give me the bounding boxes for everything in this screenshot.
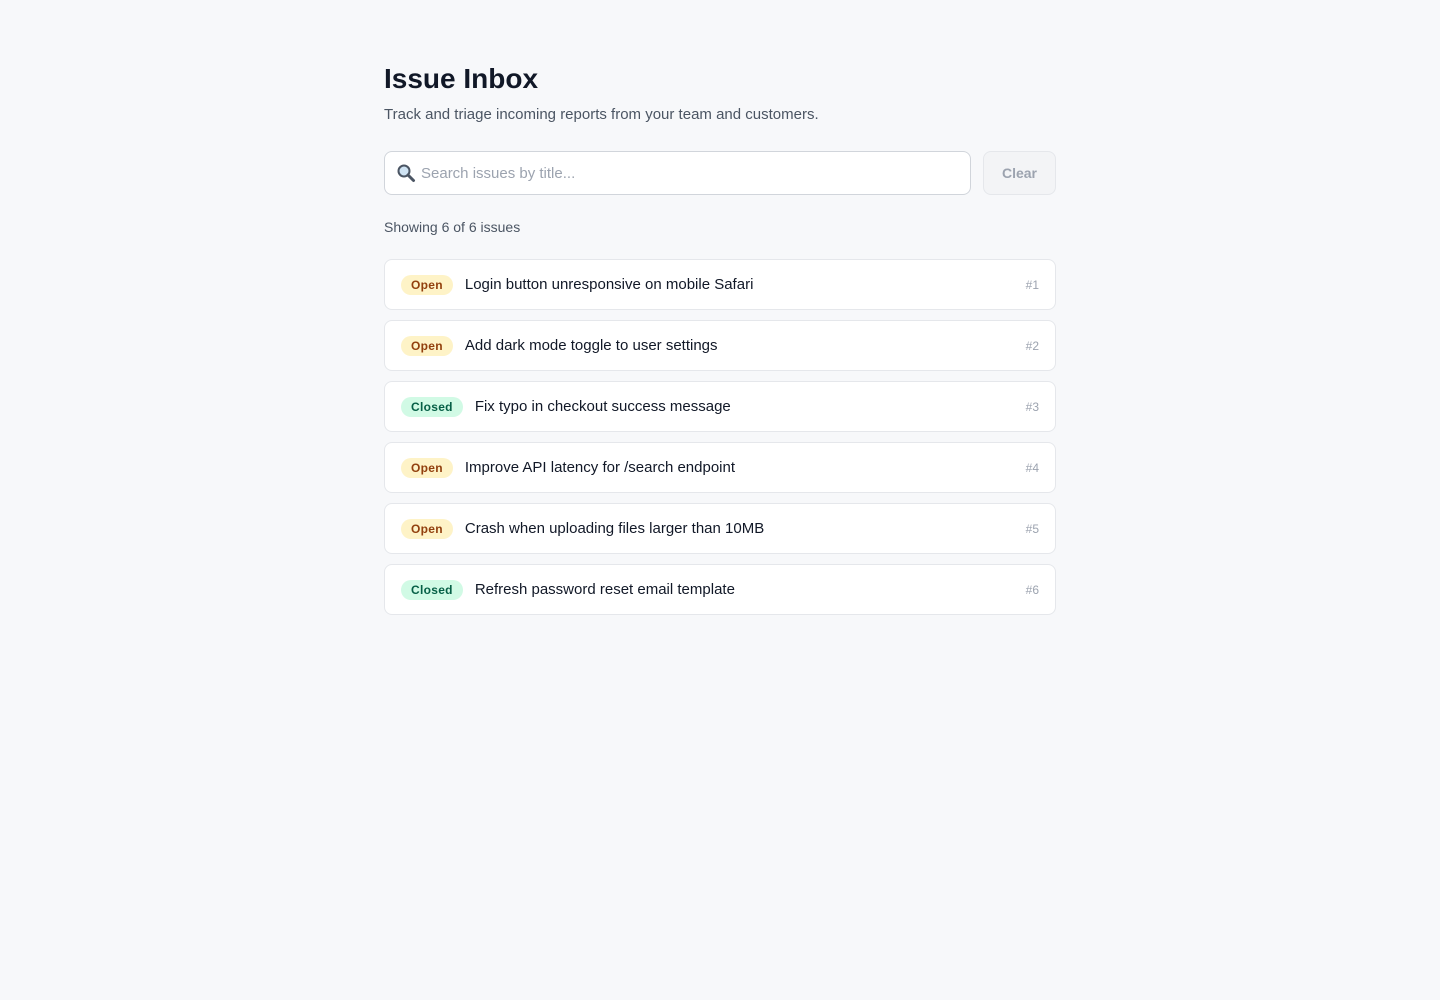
issue-number: #5	[1025, 521, 1039, 536]
status-badge: Open	[401, 457, 453, 478]
status-badge: Open	[401, 274, 453, 295]
search-icon	[396, 163, 416, 183]
issue-number: #2	[1025, 338, 1039, 353]
issue-title: Add dark mode toggle to user settings	[464, 337, 718, 354]
issue-row[interactable]: Open Add dark mode toggle to user settin…	[384, 320, 1056, 371]
clear-button[interactable]: Clear	[983, 151, 1056, 195]
issue-row[interactable]: Closed Refresh password reset email temp…	[384, 564, 1056, 615]
status-badge: Open	[401, 335, 453, 356]
issue-title: Crash when uploading files larger than 1…	[464, 520, 765, 537]
result-count: Showing 6 of 6 issues	[384, 219, 521, 235]
issue-number: #4	[1025, 460, 1039, 475]
issue-row[interactable]: Open Improve API latency for /search end…	[384, 442, 1056, 493]
issue-title: Improve API latency for /search endpoint	[464, 459, 736, 476]
issue-row[interactable]: Open Login button unresponsive on mobile…	[384, 259, 1056, 310]
issue-number: #6	[1025, 582, 1039, 597]
issue-list: Open Login button unresponsive on mobile…	[384, 259, 1056, 625]
issue-row[interactable]: Open Crash when uploading files larger t…	[384, 503, 1056, 554]
issue-title: Refresh password reset email template	[474, 581, 735, 598]
issue-number: #3	[1025, 399, 1039, 414]
issue-row[interactable]: Closed Fix typo in checkout success mess…	[384, 381, 1056, 432]
issue-title: Fix typo in checkout success message	[474, 398, 731, 415]
status-badge: Closed	[401, 396, 463, 417]
status-badge: Open	[401, 518, 453, 539]
page-subtitle: Track and triage incoming reports from y…	[384, 106, 819, 123]
issue-number: #1	[1025, 277, 1039, 292]
search-input[interactable]	[421, 152, 961, 194]
issue-title: Login button unresponsive on mobile Safa…	[464, 276, 754, 293]
status-badge: Closed	[401, 579, 463, 600]
page-title: Issue Inbox	[384, 63, 539, 94]
search-box[interactable]	[384, 151, 971, 195]
